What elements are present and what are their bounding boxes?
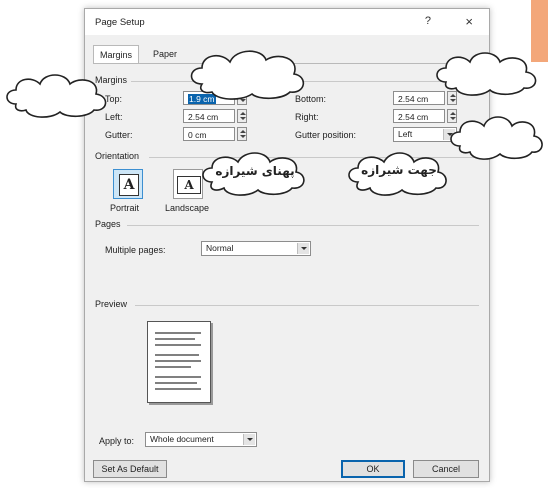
callout-cloud-right [450, 116, 543, 160]
preview-text-line [155, 344, 201, 346]
gutter-input[interactable]: 0 cm [183, 127, 235, 141]
preview-text-line [155, 376, 201, 378]
preview-section-label: Preview [95, 299, 128, 309]
callout-cloud-top-center [190, 50, 305, 100]
callout-gutter-width-text: پهنای شیرازه [215, 164, 295, 178]
tab-paper[interactable]: Paper [147, 45, 183, 63]
gutter-position-label: Gutter position: [295, 130, 357, 140]
right-label: Right: [295, 112, 319, 122]
callout-cloud-top-right [436, 52, 537, 96]
pages-divider [127, 225, 479, 226]
preview-text-line [155, 332, 201, 334]
title-bar: Page Setup ? × [85, 9, 489, 35]
preview-page-thumbnail [147, 321, 211, 403]
apply-to-select[interactable]: Whole document [145, 432, 257, 447]
landscape-label: Landscape [165, 203, 210, 213]
orientation-section-label: Orientation [95, 151, 140, 161]
portrait-button[interactable]: A [113, 169, 143, 199]
gutter-position-value: Left [398, 129, 413, 139]
preview-divider [135, 305, 479, 306]
chevron-down-icon[interactable] [243, 434, 255, 445]
portrait-label: Portrait [110, 203, 140, 213]
set-as-default-button[interactable]: Set As Default [93, 460, 167, 478]
apply-to-label: Apply to: [99, 436, 135, 446]
preview-text-line [155, 360, 201, 362]
multiple-pages-value: Normal [206, 243, 234, 253]
close-button[interactable]: × [465, 14, 473, 29]
preview-text-line [155, 388, 201, 390]
left-margin-input[interactable]: 2.54 cm [183, 109, 235, 123]
pages-section-label: Pages [95, 219, 121, 229]
preview-text-line [155, 338, 195, 340]
chevron-down-icon[interactable] [297, 243, 309, 254]
callout-gutter-direction-text: جهت شیرازه [361, 163, 437, 177]
cancel-button[interactable]: Cancel [413, 460, 479, 478]
callout-cloud-top-left [6, 74, 107, 118]
ok-button[interactable]: OK [341, 460, 405, 478]
preview-text-line [155, 354, 199, 356]
help-button[interactable]: ? [425, 15, 431, 27]
gutter-label: Gutter: [105, 130, 133, 140]
gutter-spinner[interactable] [237, 127, 247, 141]
multiple-pages-select[interactable]: Normal [201, 241, 311, 256]
portrait-icon: A [119, 174, 139, 196]
tab-margins[interactable]: Margins [93, 45, 140, 64]
preview-text-line [155, 382, 197, 384]
apply-to-value: Whole document [150, 434, 214, 444]
left-margin-spinner[interactable] [237, 109, 247, 123]
right-margin-input[interactable]: 2.54 cm [393, 109, 445, 123]
multiple-pages-label: Multiple pages: [105, 245, 166, 255]
dialog-title: Page Setup [95, 17, 145, 28]
preview-text-line [155, 366, 191, 368]
